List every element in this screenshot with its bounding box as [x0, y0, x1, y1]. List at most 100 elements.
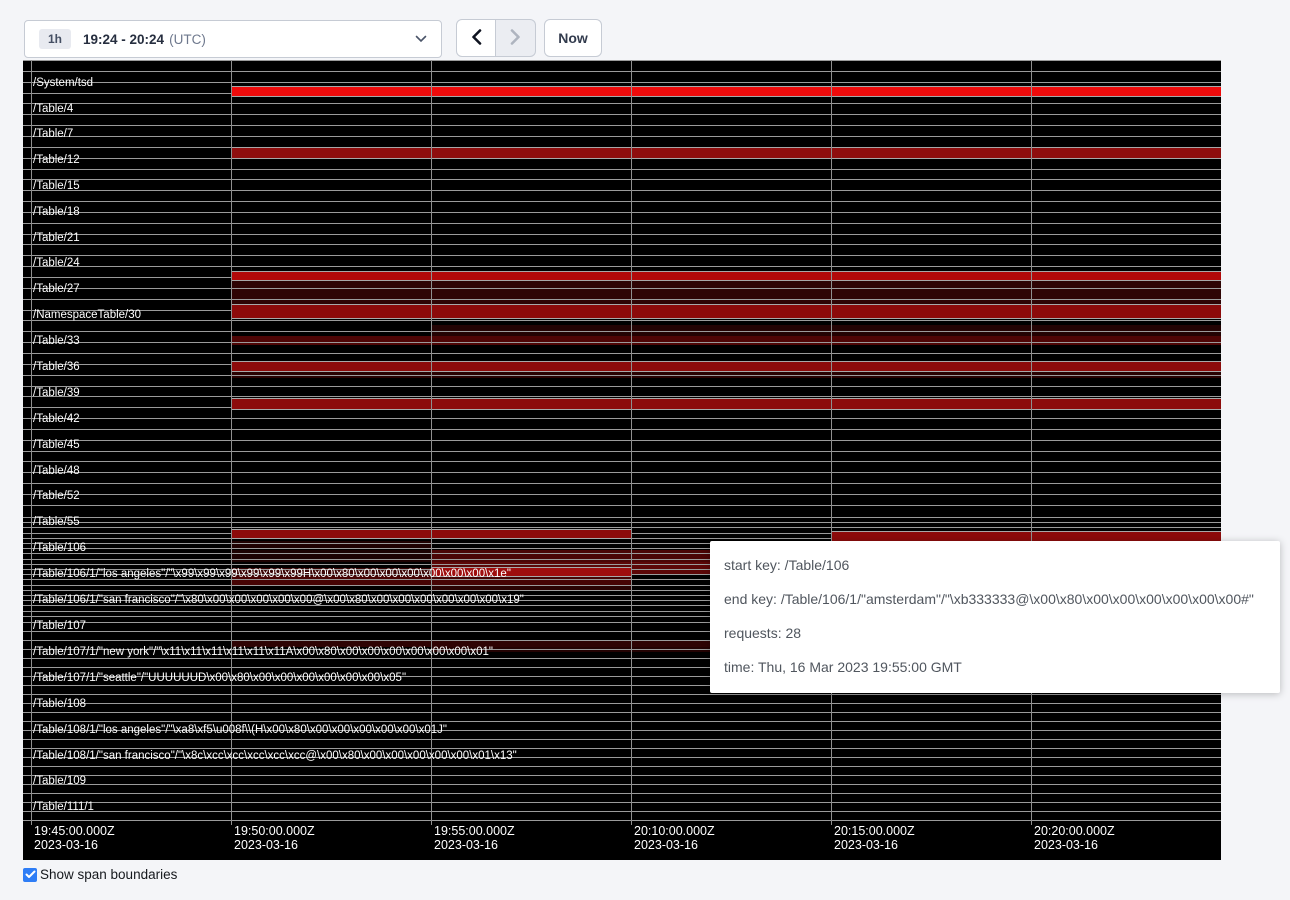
x-tick-label: 19:45:00.000Z2023-03-16	[34, 824, 115, 852]
span-boundary-line	[23, 505, 1221, 506]
span-boundary-line	[23, 721, 1221, 722]
span-boundary-line	[23, 703, 1221, 704]
span-boundary-line	[23, 114, 1221, 115]
tooltip-requests: requests: 28	[724, 616, 1266, 650]
row-label: /Table/36	[33, 360, 80, 374]
span-boundary-line	[23, 472, 1221, 473]
row-label: /Table/4	[33, 102, 73, 116]
span-boundary-line	[23, 288, 1221, 289]
time-range-selector[interactable]: 1h 19:24 - 20:24 (UTC)	[24, 20, 442, 58]
span-boundary-line	[23, 234, 1221, 235]
heat-band[interactable]	[232, 280, 1221, 305]
row-label: /Table/24	[33, 256, 80, 270]
range-timezone-label: (UTC)	[169, 32, 206, 47]
span-boundary-line	[23, 244, 1221, 245]
row-label: /Table/42	[33, 412, 80, 426]
heat-band[interactable]	[232, 336, 1221, 345]
row-label: /NamespaceTable/30	[33, 308, 141, 322]
span-boundary-line	[23, 820, 1221, 821]
next-interval-button[interactable]	[496, 19, 536, 57]
span-boundary-line	[23, 712, 1221, 713]
row-label: /Table/27	[33, 282, 80, 296]
span-boundary-line	[23, 494, 1221, 495]
chevron-left-icon	[471, 29, 482, 48]
row-label: /Table/33	[33, 334, 80, 348]
span-boundary-line	[23, 320, 1221, 321]
time-gridline	[431, 60, 432, 825]
span-boundary-line	[23, 223, 1221, 224]
heat-band[interactable]	[232, 361, 1221, 372]
row-label: /Table/45	[33, 438, 80, 452]
heat-band[interactable]	[232, 147, 1221, 159]
checkmark-icon	[25, 866, 36, 884]
heat-band[interactable]	[232, 304, 1221, 319]
span-boundary-line	[23, 212, 1221, 213]
span-boundary-line	[23, 342, 1221, 343]
span-boundary-line	[23, 266, 1221, 267]
tooltip-end-key: end key: /Table/106/1/"amsterdam"/"\xb33…	[724, 582, 1266, 616]
row-label: /Table/18	[33, 205, 80, 219]
x-tick-label: 20:15:00.000Z2023-03-16	[834, 824, 915, 852]
hover-tooltip: start key: /Table/106 end key: /Table/10…	[710, 541, 1280, 693]
range-duration-badge: 1h	[39, 29, 71, 49]
span-boundary-line	[23, 418, 1221, 419]
show-span-boundaries-checkbox[interactable]	[23, 868, 37, 882]
row-label: /Table/12	[33, 153, 80, 167]
show-span-boundaries-row: Show span boundaries	[23, 867, 177, 882]
row-label: /Table/108/1/"san francisco"/"\x8c\xcc\x…	[33, 749, 517, 763]
row-label: /Table/52	[33, 489, 80, 503]
span-boundary-line	[23, 125, 1221, 126]
time-nav-group	[456, 19, 536, 57]
span-boundary-line	[23, 793, 1221, 794]
span-boundary-line	[23, 169, 1221, 170]
heat-band[interactable]	[232, 271, 1221, 282]
span-boundary-line	[23, 299, 1221, 300]
row-label: /Table/107/1/"new york"/"\x11\x11\x11\x1…	[33, 645, 493, 659]
row-label: /System/tsd	[33, 76, 93, 90]
x-tick-label: 20:20:00.000Z2023-03-16	[1034, 824, 1115, 852]
row-label: /Table/55	[33, 515, 80, 529]
span-boundary-line	[23, 103, 1221, 104]
row-label: /Table/15	[33, 179, 80, 193]
row-label: /Table/21	[33, 231, 80, 245]
span-boundary-line	[23, 775, 1221, 776]
span-boundary-line	[23, 483, 1221, 484]
row-label: /Table/39	[33, 386, 80, 400]
row-label: /Table/108/1/"los angeles"/"\xa8\xf5\u00…	[33, 723, 447, 737]
row-label: /Table/106	[33, 541, 86, 555]
prev-interval-button[interactable]	[456, 19, 496, 57]
x-tick-label: 19:50:00.000Z2023-03-16	[234, 824, 315, 852]
span-boundary-line	[23, 461, 1221, 462]
span-boundary-line	[23, 136, 1221, 137]
time-gridline	[631, 60, 632, 825]
show-span-boundaries-label: Show span boundaries	[40, 867, 177, 882]
span-boundary-line	[23, 517, 1221, 518]
span-boundary-line	[23, 82, 1221, 83]
heat-band[interactable]	[232, 86, 1221, 97]
now-button[interactable]: Now	[544, 19, 602, 57]
key-visualizer-canvas[interactable]: /System/tsd/Table/4/Table/7/Table/12/Tab…	[23, 60, 1221, 860]
span-boundary-line	[23, 375, 1221, 376]
span-boundary-line	[23, 451, 1221, 452]
chevron-right-icon	[510, 29, 521, 48]
span-boundary-line	[23, 331, 1221, 332]
row-label: /Table/48	[33, 464, 80, 478]
span-boundary-line	[23, 190, 1221, 191]
span-boundary-line	[23, 179, 1221, 180]
time-gridline	[831, 60, 832, 825]
row-label: /Table/7	[33, 127, 73, 141]
span-boundary-line	[23, 440, 1221, 441]
chevron-down-icon	[415, 35, 427, 43]
row-label: /Table/111/1	[33, 800, 94, 814]
row-label: /Table/106/1/"los angeles"/"\x99\x99\x99…	[33, 567, 511, 581]
row-label: /Table/107	[33, 619, 86, 633]
heat-band[interactable]	[232, 398, 1221, 410]
x-tick-label: 20:10:00.000Z2023-03-16	[634, 824, 715, 852]
x-tick-label: 19:55:00.000Z2023-03-16	[434, 824, 515, 852]
heat-band[interactable]	[232, 550, 431, 562]
span-boundary-line	[23, 739, 1221, 740]
row-label: /Table/108	[33, 697, 86, 711]
row-label: /Table/109	[33, 774, 86, 788]
range-label: 19:24 - 20:24	[83, 32, 164, 47]
time-gridline	[1031, 60, 1032, 825]
